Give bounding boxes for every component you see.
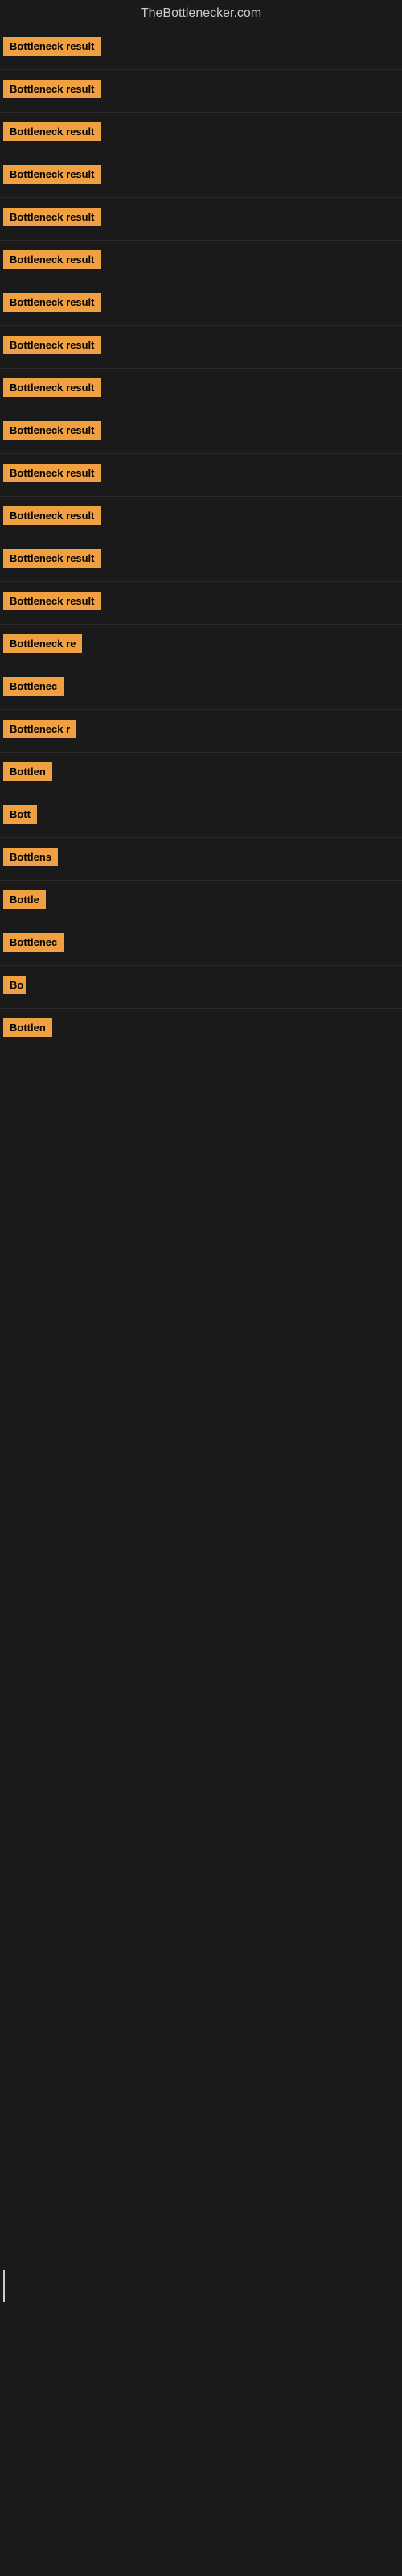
list-item: Bottleneck result [0, 411, 402, 454]
list-item: Bottleneck result [0, 369, 402, 411]
bottleneck-badge[interactable]: Bottleneck result [3, 37, 100, 56]
list-item: Bottleneck result [0, 283, 402, 326]
list-item: Bottleneck result [0, 113, 402, 155]
list-item: Bottleneck re [0, 625, 402, 667]
bottleneck-badge[interactable]: Bottleneck r [3, 720, 76, 738]
list-item: Bott [0, 795, 402, 838]
cursor-indicator [3, 2270, 5, 2302]
list-item: Bottleneck result [0, 454, 402, 497]
bottleneck-badge[interactable]: Bottleneck result [3, 592, 100, 610]
list-item: Bottle [0, 881, 402, 923]
bottleneck-badge[interactable]: Bottleneck result [3, 80, 100, 98]
list-item: Bottleneck result [0, 27, 402, 70]
bottleneck-badge[interactable]: Bott [3, 805, 37, 824]
list-item: Bottleneck result [0, 497, 402, 539]
bottleneck-badge[interactable]: Bottleneck result [3, 464, 100, 482]
bottleneck-badge[interactable]: Bottleneck result [3, 208, 100, 226]
bottleneck-badge[interactable]: Bottlenec [3, 677, 64, 696]
bottleneck-badge[interactable]: Bottleneck result [3, 250, 100, 269]
bottleneck-badge[interactable]: Bottle [3, 890, 46, 909]
list-item: Bo [0, 966, 402, 1009]
list-item: Bottleneck result [0, 70, 402, 113]
list-item: Bottlens [0, 838, 402, 881]
bottleneck-badge[interactable]: Bottleneck result [3, 421, 100, 440]
items-list: Bottleneck result Bottleneck result Bottle… [0, 27, 402, 1051]
list-item: Bottlenec [0, 923, 402, 966]
bottleneck-badge[interactable]: Bottleneck result [3, 549, 100, 568]
list-item: Bottleneck result [0, 582, 402, 625]
list-item: Bottleneck result [0, 241, 402, 283]
bottleneck-badge[interactable]: Bottlenec [3, 933, 64, 952]
list-item: Bottleneck result [0, 326, 402, 369]
bottleneck-badge[interactable]: Bottleneck result [3, 336, 100, 354]
site-header: TheBottlenecker.com [0, 0, 402, 27]
bottleneck-badge[interactable]: Bottleneck result [3, 122, 100, 141]
bottleneck-badge[interactable]: Bottleneck result [3, 378, 100, 397]
list-item: Bottleneck result [0, 155, 402, 198]
site-title: TheBottlenecker.com [0, 0, 402, 27]
bottleneck-badge[interactable]: Bottlen [3, 1018, 52, 1037]
bottleneck-badge[interactable]: Bottleneck result [3, 506, 100, 525]
bottleneck-badge[interactable]: Bottleneck result [3, 293, 100, 312]
list-item: Bottlen [0, 753, 402, 795]
bottleneck-badge[interactable]: Bottlens [3, 848, 58, 866]
list-item: Bottlen [0, 1009, 402, 1051]
list-item: Bottleneck result [0, 198, 402, 241]
bottleneck-badge[interactable]: Bottleneck re [3, 634, 82, 653]
bottleneck-badge[interactable]: Bo [3, 976, 26, 994]
list-item: Bottleneck r [0, 710, 402, 753]
list-item: Bottlenec [0, 667, 402, 710]
bottleneck-badge[interactable]: Bottlen [3, 762, 52, 781]
bottleneck-badge[interactable]: Bottleneck result [3, 165, 100, 184]
list-item: Bottleneck result [0, 539, 402, 582]
